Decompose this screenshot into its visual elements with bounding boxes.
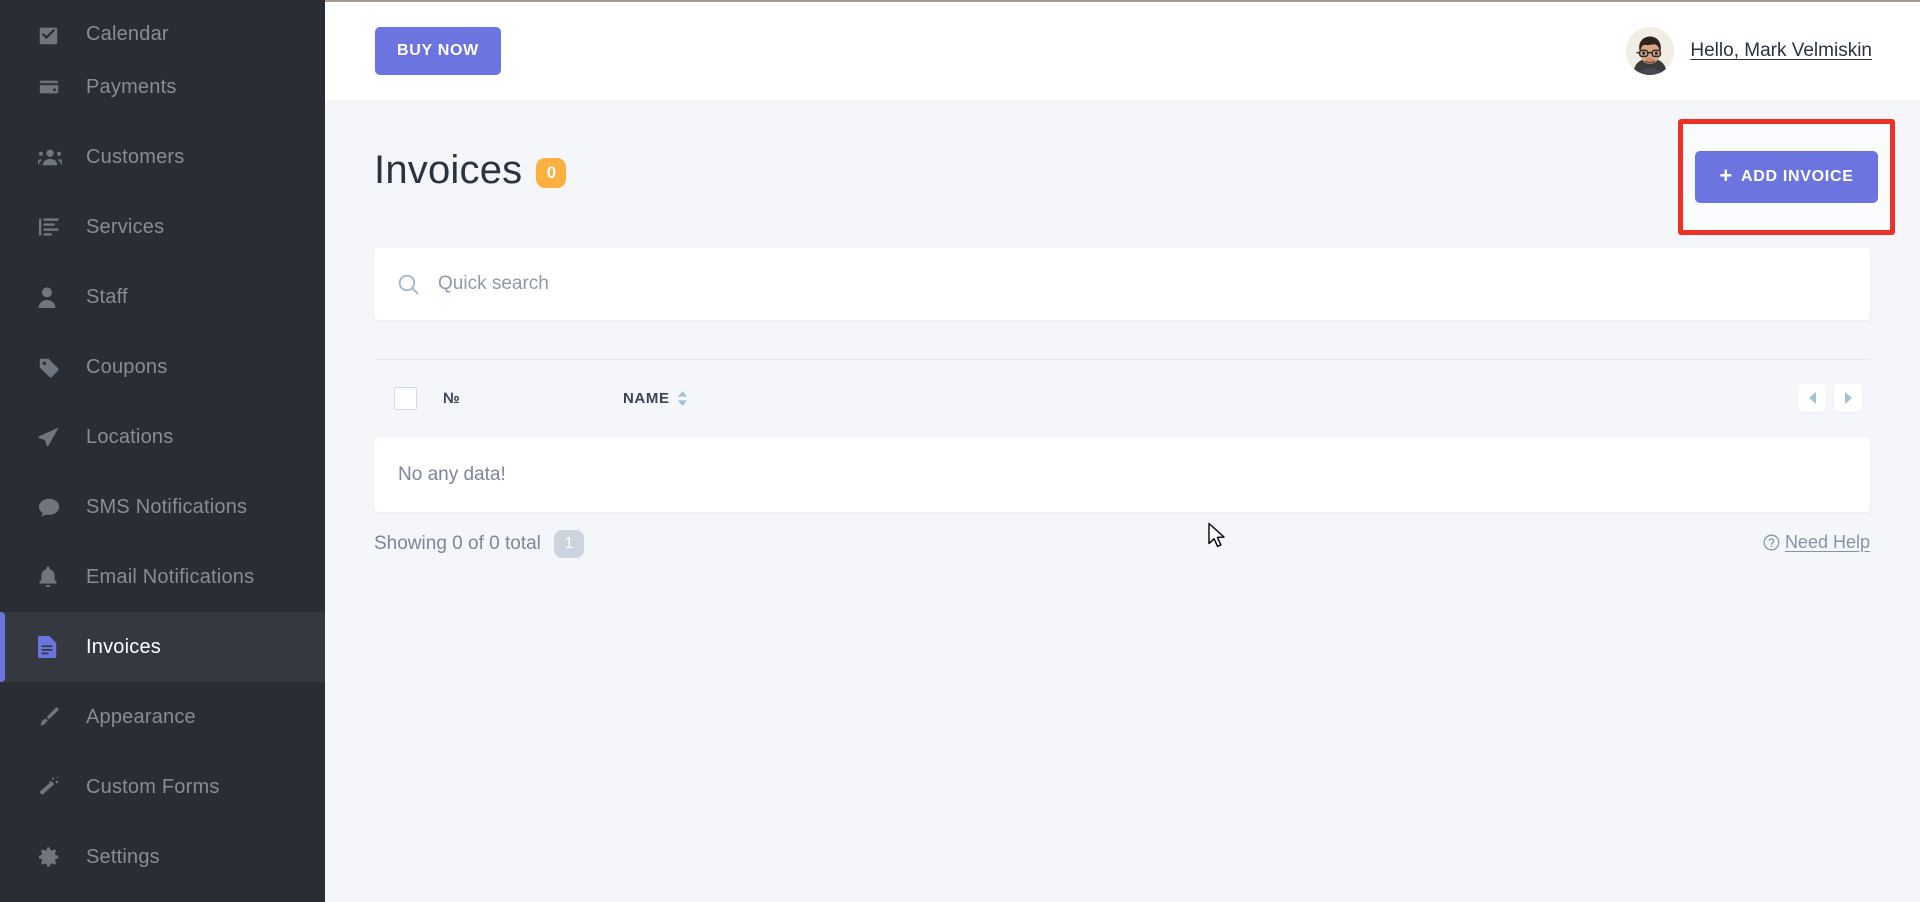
empty-state-message: No any data! (398, 463, 506, 485)
table-header-row: № NAME (374, 372, 1870, 424)
sidebar-item-invoices[interactable]: Invoices (0, 612, 325, 682)
sidebar-item-label: Calendar (86, 23, 169, 45)
list-icon (38, 217, 68, 237)
sidebar-item-calendar[interactable]: Calendar (0, 0, 325, 52)
pagination-controls[interactable] (1798, 384, 1862, 412)
page-title: Invoices (374, 147, 523, 192)
sidebar-item-payments[interactable]: Payments (0, 52, 325, 122)
column-header-name[interactable]: NAME (623, 390, 688, 407)
sidebar-item-services[interactable]: Services (0, 192, 325, 262)
sidebar-item-sms-notifications[interactable]: SMS Notifications (0, 472, 325, 542)
add-invoice-highlight-box: + ADD INVOICE (1678, 119, 1895, 235)
chat-bubble-icon (38, 497, 68, 518)
sidebar-item-customers[interactable]: Customers (0, 122, 325, 192)
sidebar-item-coupons[interactable]: Coupons (0, 332, 325, 402)
search-input[interactable] (438, 273, 1850, 295)
search-icon (397, 273, 420, 296)
showing-text: Showing 0 of 0 total (374, 533, 541, 554)
sidebar-item-label: Staff (86, 285, 128, 308)
add-invoice-label: ADD INVOICE (1740, 168, 1854, 185)
need-help-link[interactable]: Need Help (1763, 532, 1870, 553)
users-icon (38, 146, 68, 168)
gear-icon (38, 846, 68, 868)
sidebar-item-label: Locations (86, 425, 174, 448)
sidebar-item-locations[interactable]: Locations (0, 402, 325, 472)
chevron-left-icon (1808, 392, 1816, 404)
sidebar: Calendar Payments Customers Services Sta… (0, 0, 325, 902)
section-divider (374, 359, 1870, 360)
main-content: Invoices 0 + ADD INVOICE № NAME (325, 100, 1920, 902)
sidebar-item-label: Services (86, 215, 165, 238)
question-mark-icon (1763, 534, 1780, 551)
sidebar-item-settings[interactable]: Settings (0, 822, 325, 892)
magic-wand-icon (38, 776, 68, 798)
sidebar-item-label: Custom Forms (86, 775, 220, 798)
avatar[interactable] (1626, 27, 1675, 75)
sidebar-item-label: Coupons (86, 355, 168, 378)
select-all-checkbox[interactable] (394, 386, 417, 410)
table-footer: Showing 0 of 0 total 1 Need Help (374, 520, 1870, 580)
sidebar-item-staff[interactable]: Staff (0, 262, 325, 332)
sidebar-item-appearance[interactable]: Appearance (0, 682, 325, 752)
sidebar-item-label: Payments (86, 75, 177, 98)
need-help-label: Need Help (1784, 532, 1870, 552)
invoice-count-badge: 0 (536, 158, 567, 188)
quick-search-card[interactable] (374, 248, 1870, 320)
sidebar-item-label: Invoices (86, 635, 161, 658)
add-invoice-button[interactable]: + ADD INVOICE (1695, 151, 1878, 203)
user-menu[interactable]: Hello, Mark Velmiskin (1626, 27, 1872, 75)
bell-icon (38, 566, 68, 588)
title-group: Invoices 0 (374, 147, 567, 193)
sidebar-item-label: Customers (86, 145, 185, 168)
tag-icon (38, 356, 68, 378)
greeting-link[interactable]: Hello, Mark Velmiskin (1690, 40, 1872, 62)
chevron-right-icon (1844, 392, 1852, 404)
sort-icon[interactable] (677, 390, 688, 406)
calendar-check-icon (38, 25, 68, 46)
sidebar-item-label: SMS Notifications (86, 495, 248, 518)
paper-plane-icon (38, 426, 68, 448)
column-header-number[interactable]: № (443, 390, 623, 407)
plus-icon: + (1719, 163, 1733, 188)
showing-summary: Showing 0 of 0 total 1 (374, 530, 584, 558)
page-number-badge[interactable]: 1 (553, 530, 584, 558)
sidebar-item-email-notifications[interactable]: Email Notifications (0, 542, 325, 612)
buy-now-button[interactable]: BUY NOW (375, 27, 501, 75)
pagination-next-button[interactable] (1834, 384, 1862, 412)
sidebar-item-label: Settings (86, 845, 160, 868)
wallet-icon (38, 76, 68, 98)
sidebar-item-custom-forms[interactable]: Custom Forms (0, 752, 325, 822)
paint-brush-icon (38, 706, 68, 728)
top-header: BUY NOW Hello, Mark Velmiskin (325, 2, 1920, 100)
person-icon (38, 286, 68, 308)
column-header-name-label: NAME (623, 389, 670, 407)
sidebar-item-label: Appearance (86, 705, 196, 728)
pagination-prev-button[interactable] (1798, 384, 1826, 412)
sidebar-item-label: Email Notifications (86, 565, 255, 588)
document-icon (38, 636, 68, 658)
empty-state-card: No any data! (374, 437, 1870, 512)
